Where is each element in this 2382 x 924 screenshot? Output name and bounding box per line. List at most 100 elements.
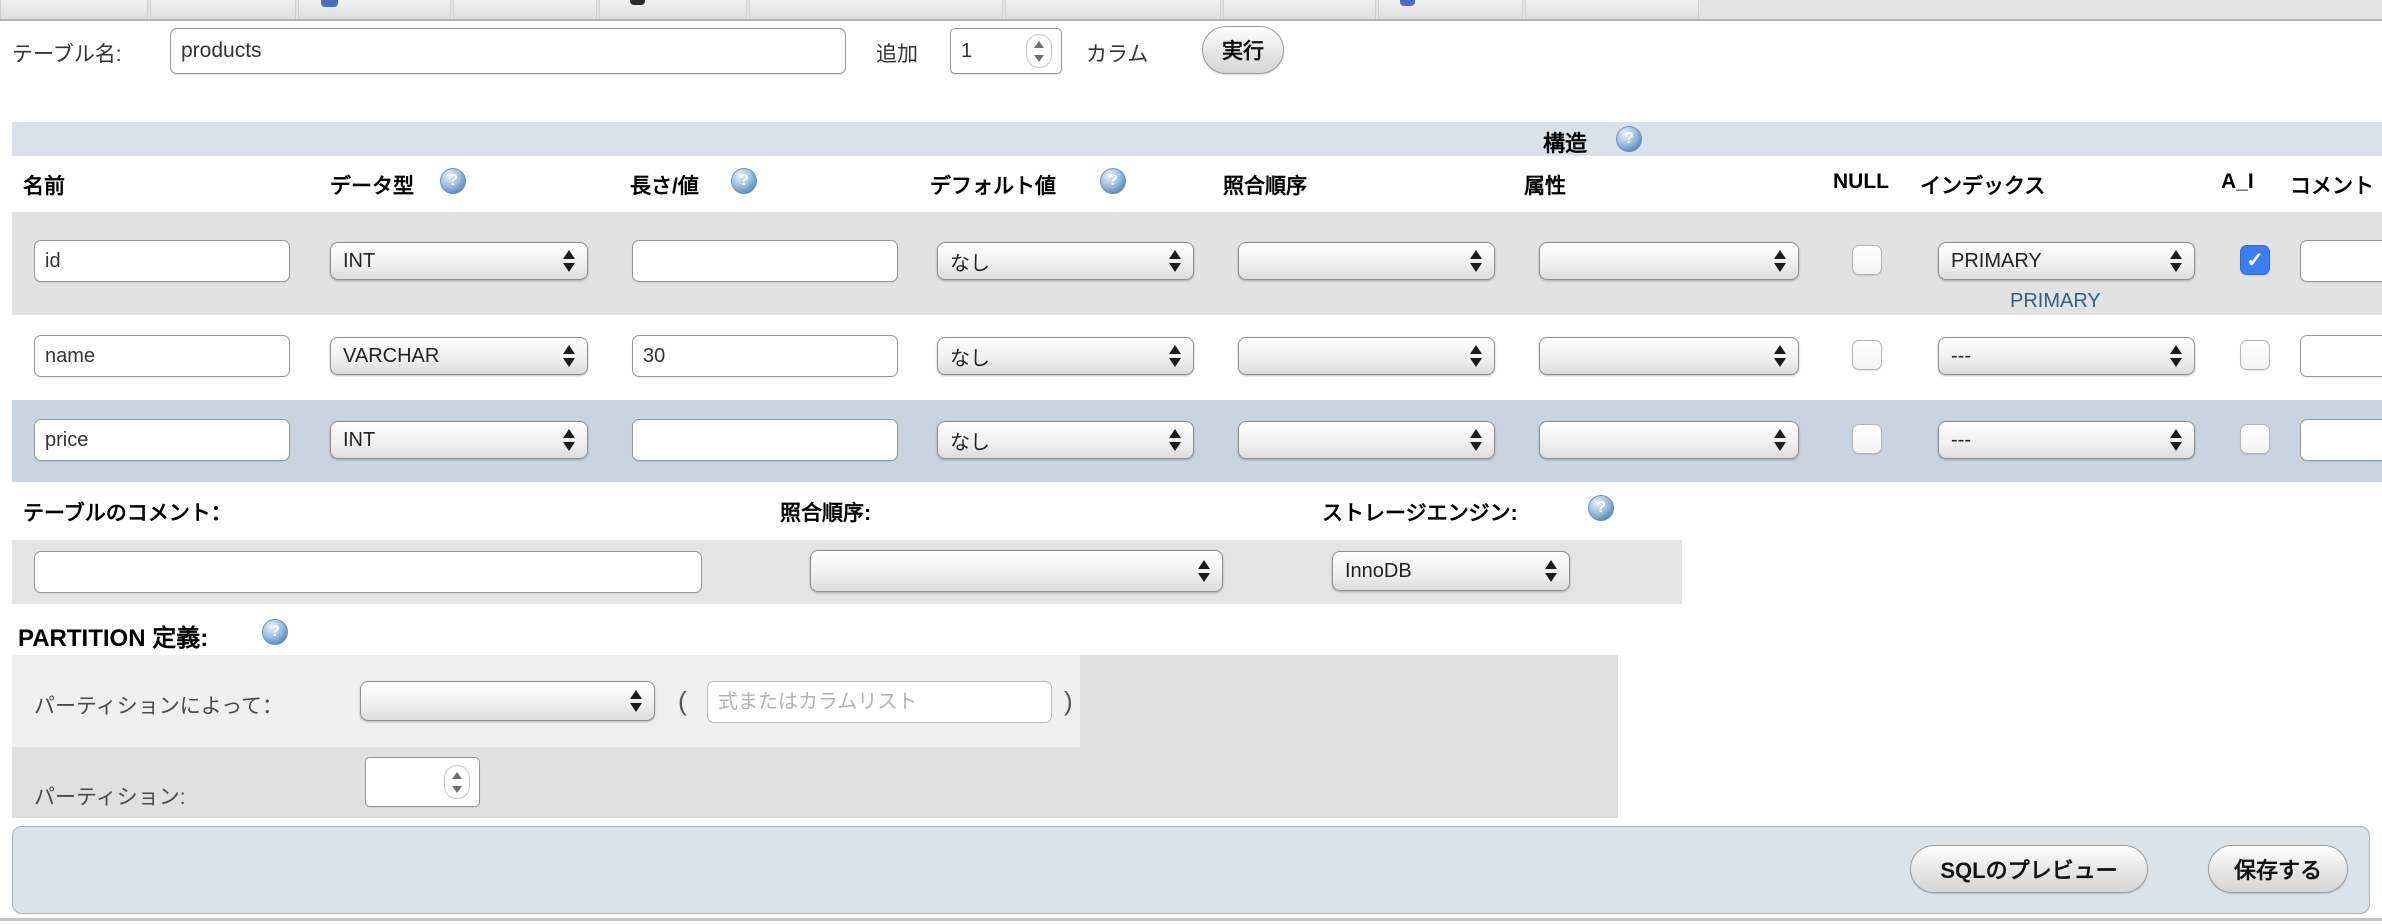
close-paren: ) xyxy=(1064,686,1073,717)
col-header-comment: コメント xyxy=(2290,170,2374,200)
table-name-input[interactable] xyxy=(170,28,846,74)
select-arrows-icon xyxy=(1169,345,1181,367)
tab[interactable] xyxy=(150,0,296,19)
select-arrows-icon xyxy=(1774,250,1786,272)
column-collation-select[interactable] xyxy=(1238,421,1495,459)
column-length-input[interactable] xyxy=(632,335,898,377)
col-header-index: インデックス xyxy=(1920,170,2045,200)
select-arrows-icon xyxy=(2170,250,2182,272)
table-collation-select[interactable] xyxy=(810,550,1223,592)
help-icon[interactable]: ? xyxy=(1100,168,1126,194)
select-arrows-icon xyxy=(1198,560,1210,582)
column-name-input[interactable] xyxy=(34,419,290,461)
tab[interactable] xyxy=(599,0,747,19)
tab[interactable] xyxy=(0,0,148,19)
stepper-icon[interactable] xyxy=(444,765,470,799)
partition-expression-input[interactable] xyxy=(707,681,1052,723)
storage-engine-select[interactable]: InnoDB xyxy=(1332,551,1570,591)
select-arrows-icon xyxy=(1774,345,1786,367)
select-arrows-icon xyxy=(1774,429,1786,451)
col-header-ai: A_I xyxy=(2221,170,2254,194)
tab[interactable] xyxy=(749,0,1003,19)
help-icon[interactable]: ? xyxy=(440,168,466,194)
select-arrows-icon xyxy=(1169,429,1181,451)
select-arrows-icon xyxy=(1470,345,1482,367)
partition-by-select[interactable] xyxy=(360,681,655,721)
column-name-input[interactable] xyxy=(34,335,290,377)
partition-by-label: パーティションによって： xyxy=(34,690,283,720)
save-button[interactable]: 保存する xyxy=(2208,845,2348,893)
table-comment-input[interactable] xyxy=(34,551,702,593)
select-arrows-icon xyxy=(1470,250,1482,272)
partition-count-label: パーティション: xyxy=(34,781,186,811)
open-paren: ( xyxy=(678,686,687,717)
select-arrows-icon xyxy=(563,345,575,367)
column-attributes-select[interactable] xyxy=(1539,421,1799,459)
primary-index-link[interactable]: PRIMARY xyxy=(2010,290,2101,313)
col-header-type: データ型 xyxy=(330,170,414,200)
tab[interactable] xyxy=(1005,0,1221,19)
tab[interactable] xyxy=(1525,0,1699,19)
help-icon[interactable]: ? xyxy=(1616,126,1642,152)
column-collation-select[interactable] xyxy=(1238,337,1495,375)
select-arrows-icon xyxy=(1545,560,1557,582)
help-icon[interactable]: ? xyxy=(731,168,757,194)
col-header-name: 名前 xyxy=(23,170,65,200)
column-row: VARCHAR なし ✓ --- ✓ xyxy=(12,315,2382,400)
column-length-input[interactable] xyxy=(632,419,898,461)
page-bottom-border xyxy=(0,918,2382,921)
table-name-label: テーブル名: xyxy=(12,38,122,68)
tab-icon xyxy=(1400,0,1415,6)
column-default-select[interactable]: なし xyxy=(937,242,1194,280)
table-collation-label: 照合順序: xyxy=(780,497,871,527)
index-select[interactable]: --- xyxy=(1938,421,2195,459)
help-icon[interactable]: ? xyxy=(262,619,288,645)
sql-preview-button[interactable]: SQLのプレビュー xyxy=(1910,845,2148,893)
column-type-select[interactable]: VARCHAR xyxy=(330,337,588,375)
stepper-icon[interactable] xyxy=(1026,34,1052,68)
tab[interactable] xyxy=(1223,0,1376,19)
select-arrows-icon xyxy=(1470,429,1482,451)
null-checkbox[interactable]: ✓ xyxy=(1852,424,1882,454)
ai-checkbox[interactable]: ✓ xyxy=(2240,424,2270,454)
null-checkbox[interactable]: ✓ xyxy=(1852,245,1882,275)
tab-icon xyxy=(630,0,645,5)
column-type-select[interactable]: INT xyxy=(330,242,588,280)
column-comment-input[interactable] xyxy=(2300,335,2382,377)
column-attributes-select[interactable] xyxy=(1539,242,1799,280)
select-arrows-icon xyxy=(2170,345,2182,367)
partition-title: PARTITION 定義: xyxy=(18,618,208,653)
select-arrows-icon xyxy=(563,250,575,272)
column-attributes-select[interactable] xyxy=(1539,337,1799,375)
column-comment-input[interactable] xyxy=(2300,419,2382,461)
structure-band xyxy=(12,122,2382,156)
ai-checkbox[interactable]: ✓ xyxy=(2240,340,2270,370)
column-row: INT なし ✓ --- ✓ xyxy=(12,400,2382,482)
partition-panel: パーティションによって： ( ) パーティション: xyxy=(12,655,1618,818)
index-select[interactable]: --- xyxy=(1938,337,2195,375)
select-arrows-icon xyxy=(630,690,642,712)
help-icon[interactable]: ? xyxy=(1588,495,1614,521)
ai-checkbox[interactable]: ✓ xyxy=(2240,245,2270,275)
column-row: INT なし ✓ PRIMARY PRIMARY ✓ xyxy=(12,212,2382,315)
col-header-attributes: 属性 xyxy=(1524,170,1566,200)
table-comment-label: テーブルのコメント： xyxy=(23,497,232,527)
null-checkbox[interactable]: ✓ xyxy=(1852,340,1882,370)
storage-engine-label: ストレージエンジン: xyxy=(1322,497,1518,527)
tab[interactable] xyxy=(453,0,597,19)
structure-title: 構造 xyxy=(1543,126,1587,158)
select-arrows-icon xyxy=(2170,429,2182,451)
column-name-input[interactable] xyxy=(34,240,290,282)
tab-icon xyxy=(321,0,338,7)
column-collation-select[interactable] xyxy=(1238,242,1495,280)
column-default-select[interactable]: なし xyxy=(937,337,1194,375)
column-comment-input[interactable] xyxy=(2300,240,2382,282)
go-button[interactable]: 実行 xyxy=(1202,26,1284,74)
index-select[interactable]: PRIMARY xyxy=(1938,242,2195,280)
col-header-null: NULL xyxy=(1833,170,1889,194)
select-arrows-icon xyxy=(563,429,575,451)
column-type-select[interactable]: INT xyxy=(330,421,588,459)
col-header-length: 長さ/値 xyxy=(630,170,699,200)
column-default-select[interactable]: なし xyxy=(937,421,1194,459)
column-length-input[interactable] xyxy=(632,240,898,282)
